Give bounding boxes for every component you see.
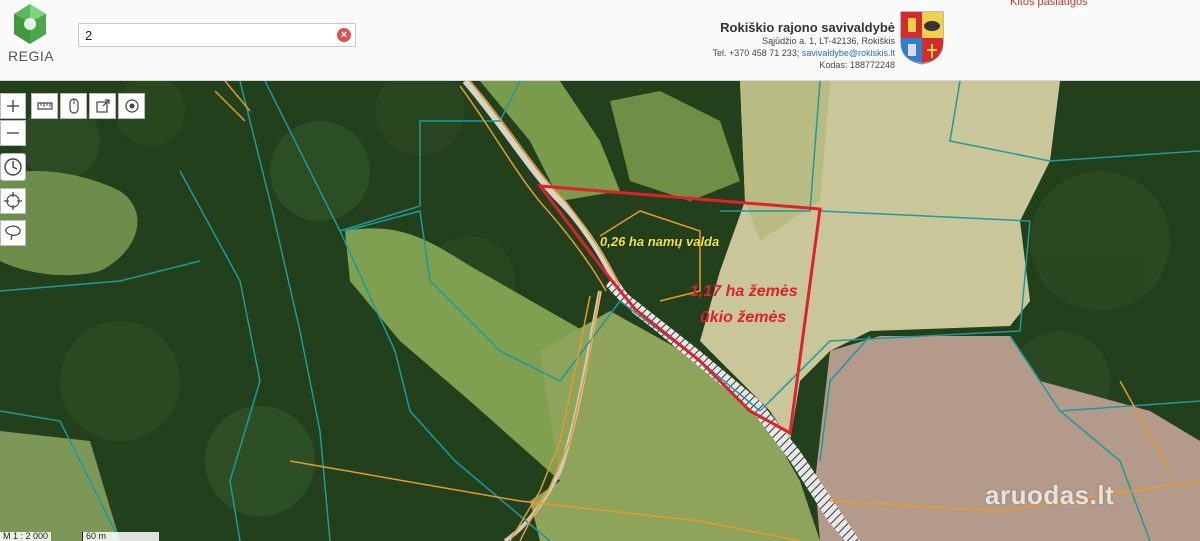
municipality-name: Rokiškio rajono savivaldybė (720, 20, 895, 35)
municipality-info: Rokiškio rajono savivaldybė Sąjūdžio a. … (680, 20, 896, 71)
zoom-in-button[interactable] (0, 93, 26, 119)
clear-search-icon[interactable]: × (337, 28, 351, 42)
municipality-contacts: Tel. +370 458 71 233; savivaldybe@rokisk… (680, 48, 896, 59)
municipality-address: Sąjūdžio a. 1, LT-42136, Rokiškis (762, 36, 895, 46)
map-canvas[interactable] (0, 81, 1200, 541)
export-button[interactable] (89, 93, 116, 119)
ruler-icon (36, 102, 53, 110)
map-view[interactable]: 0,26 ha namų valda 1,17 ha žemės ūkio že… (0, 81, 1200, 541)
regia-logo-icon (14, 4, 46, 44)
coat-of-arms (899, 10, 945, 66)
crosshair-icon (4, 192, 22, 210)
lasso-icon (5, 225, 21, 241)
map-scale: M 1 : 2 000 (0, 532, 52, 541)
zoom-out-icon (7, 132, 19, 134)
farm-land-label-line1: 1,17 ha žemės (690, 283, 798, 300)
coat-of-arms-icon (900, 11, 944, 65)
search-box[interactable]: × (78, 23, 356, 47)
zoom-in-icon (7, 100, 19, 112)
mouse-button[interactable] (60, 93, 87, 119)
target-button[interactable] (118, 93, 145, 119)
scale-distance: 60 m (82, 532, 159, 541)
zoom-out-button[interactable] (0, 120, 26, 146)
watermark: aruodas.lt (985, 480, 1115, 510)
top-link[interactable]: Kitos paslaugos (1010, 0, 1088, 8)
municipality-code: Kodas: 188772248 (819, 60, 895, 70)
search-input[interactable] (79, 24, 331, 46)
mouse-icon (68, 98, 79, 114)
lasso-button[interactable] (0, 220, 26, 246)
municipality-phone: Tel. +370 458 71 233; (712, 48, 802, 58)
farm-land-label-line2: ūkio žemės (700, 309, 787, 326)
regia-logo[interactable]: REGIA (0, 0, 60, 81)
ruler-button[interactable] (31, 93, 58, 119)
logo-text: REGIA (8, 48, 55, 64)
locate-button[interactable] (0, 188, 26, 214)
top-bar: REGIA × Kitos paslaugos Rokiškio rajono … (0, 0, 1200, 81)
export-icon (95, 99, 110, 113)
house-plot-label: 0,26 ha namų valda (600, 234, 720, 249)
target-icon (124, 99, 139, 113)
clock-icon (4, 158, 22, 176)
history-button[interactable] (0, 153, 26, 181)
municipality-email[interactable]: savivaldybe@rokiskis.lt (802, 48, 895, 58)
